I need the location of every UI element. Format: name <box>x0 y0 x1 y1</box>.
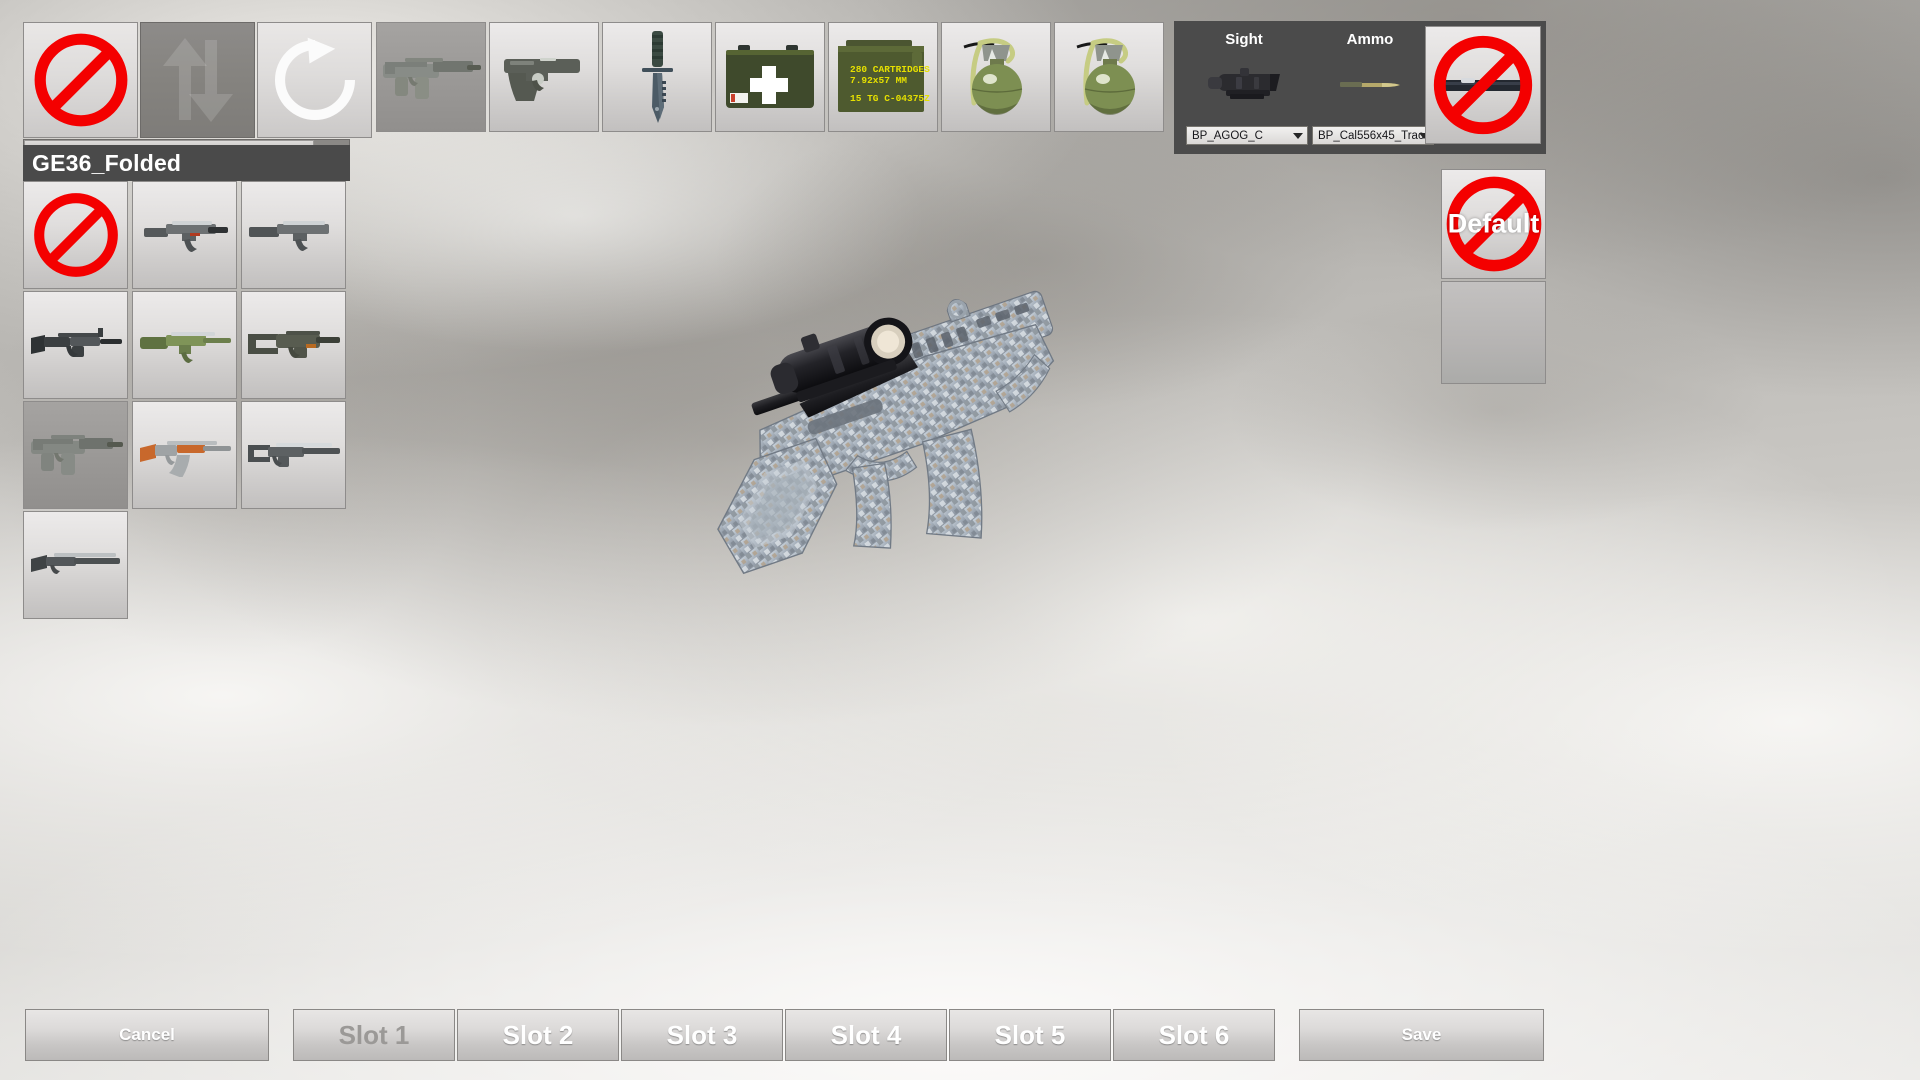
weapon-cell-ge36-folded[interactable] <box>23 401 128 509</box>
weapon-cell-mp5a3[interactable] <box>241 181 346 289</box>
up-down-arrows-icon <box>153 32 243 128</box>
rifle-g3-green-icon <box>133 292 236 398</box>
inventory-cell-rifle[interactable] <box>376 22 486 132</box>
ammo-box-line1: 280 CARTRIDGES <box>850 64 930 75</box>
rifle-ak47-icon <box>133 402 236 508</box>
sight-dropdown[interactable]: BP_AGOG_C <box>1186 126 1308 145</box>
empty-attachment-slot[interactable] <box>1441 281 1546 384</box>
sight-title: Sight <box>1225 31 1263 48</box>
bottom-action-bar: Cancel Slot 1 Slot 2 Slot 3 Slot 4 Slot … <box>0 1009 1920 1061</box>
attachment-preview-slot[interactable] <box>1425 26 1541 144</box>
rifle-ge36-folded-icon <box>24 402 127 508</box>
weapon-3d-preview[interactable] <box>630 270 1150 670</box>
sort-toggle-button[interactable] <box>140 22 255 138</box>
medkit-icon <box>716 23 824 131</box>
inventory-cell-pistol[interactable] <box>489 22 599 132</box>
chevron-down-icon <box>1293 132 1303 139</box>
reset-rotation-button[interactable] <box>257 22 372 138</box>
inventory-cell-knife[interactable] <box>602 22 712 132</box>
pistol-glock-icon <box>490 23 598 131</box>
slot-1-button[interactable]: Slot 1 <box>293 1009 455 1061</box>
clear-selection-button[interactable] <box>23 22 138 138</box>
inventory-cell-grenade-1[interactable] <box>941 22 1051 132</box>
rifle-ge36-icon <box>377 23 485 131</box>
weapon-cell-g36c[interactable] <box>241 291 346 399</box>
slot-5-button[interactable]: Slot 5 <box>949 1009 1111 1061</box>
weapon-cell-shotgun-wood[interactable] <box>23 511 128 619</box>
ammo-dropdown[interactable]: BP_Cal556x45_Tracer. <box>1312 126 1434 145</box>
inventory-cell-medkit[interactable] <box>715 22 825 132</box>
shotgun-wood-icon <box>24 512 127 618</box>
inventory-cell-ammo-box[interactable]: 280 CARTRIDGES 7.92x57 MM 15 TG C-04375Z <box>828 22 938 132</box>
weapon-preview-render <box>717 290 1055 575</box>
prohibition-icon <box>30 189 122 281</box>
ammo-dropdown-value: BP_Cal556x45_Tracer. <box>1318 129 1434 142</box>
weapon-list-toolbar <box>23 22 372 138</box>
attachment-panel: Sight BP_AGOG_C Ammo BP_Cal556x45_Tracer… <box>1174 21 1546 154</box>
selected-weapon-name: GE36_Folded <box>23 145 350 181</box>
sight-dropdown-value: BP_AGOG_C <box>1192 129 1263 142</box>
slot-6-button[interactable]: Slot 6 <box>1113 1009 1275 1061</box>
weapon-cell-g3[interactable] <box>132 291 237 399</box>
rifle-g36c-icon <box>242 292 345 398</box>
knife-icon <box>603 23 711 131</box>
weapon-cell-none[interactable] <box>23 181 128 289</box>
default-button-label: Default <box>1447 208 1540 239</box>
ammo-box-line2: 7.92x57 MM <box>850 75 907 86</box>
slot-4-button[interactable]: Slot 4 <box>785 1009 947 1061</box>
prohibition-icon <box>30 29 132 131</box>
weapon-cell-shotgun-tactical[interactable] <box>241 401 346 509</box>
loadout-inventory-bar: 280 CARTRIDGES 7.92x57 MM 15 TG C-04375Z <box>376 22 1164 132</box>
weapon-cell-mp5[interactable] <box>132 181 237 289</box>
save-button[interactable]: Save <box>1299 1009 1544 1061</box>
shotgun-tactical-icon <box>242 402 345 508</box>
weapon-cell-ak47[interactable] <box>132 401 237 509</box>
inventory-cell-grenade-2[interactable] <box>1054 22 1164 132</box>
weapon-cell-m4a1[interactable] <box>23 291 128 399</box>
smg-mp5-icon <box>133 182 236 288</box>
prohibition-icon <box>1429 31 1537 139</box>
smg-mp5-stock-icon <box>242 182 345 288</box>
default-attachment-button[interactable]: Default <box>1441 169 1546 279</box>
grenade-icon <box>942 23 1050 131</box>
ammo-title: Ammo <box>1346 31 1394 48</box>
slot-3-button[interactable]: Slot 3 <box>621 1009 783 1061</box>
attachment-column-sight: Sight BP_AGOG_C <box>1180 21 1308 154</box>
acog-scope-icon <box>1180 54 1308 116</box>
refresh-icon <box>269 34 361 126</box>
grenade-icon <box>1055 23 1163 131</box>
attachment-column-ammo: Ammo BP_Cal556x45_Tracer. <box>1308 21 1434 154</box>
slot-2-button[interactable]: Slot 2 <box>457 1009 619 1061</box>
weapon-selection-grid <box>23 181 350 619</box>
ammo-box-line3: 15 TG C-04375Z <box>850 93 930 104</box>
cancel-button[interactable]: Cancel <box>25 1009 269 1061</box>
rifle-m4-icon <box>24 292 127 398</box>
bullet-icon <box>1308 54 1432 116</box>
ammo-box-icon: 280 CARTRIDGES 7.92x57 MM 15 TG C-04375Z <box>829 23 937 131</box>
